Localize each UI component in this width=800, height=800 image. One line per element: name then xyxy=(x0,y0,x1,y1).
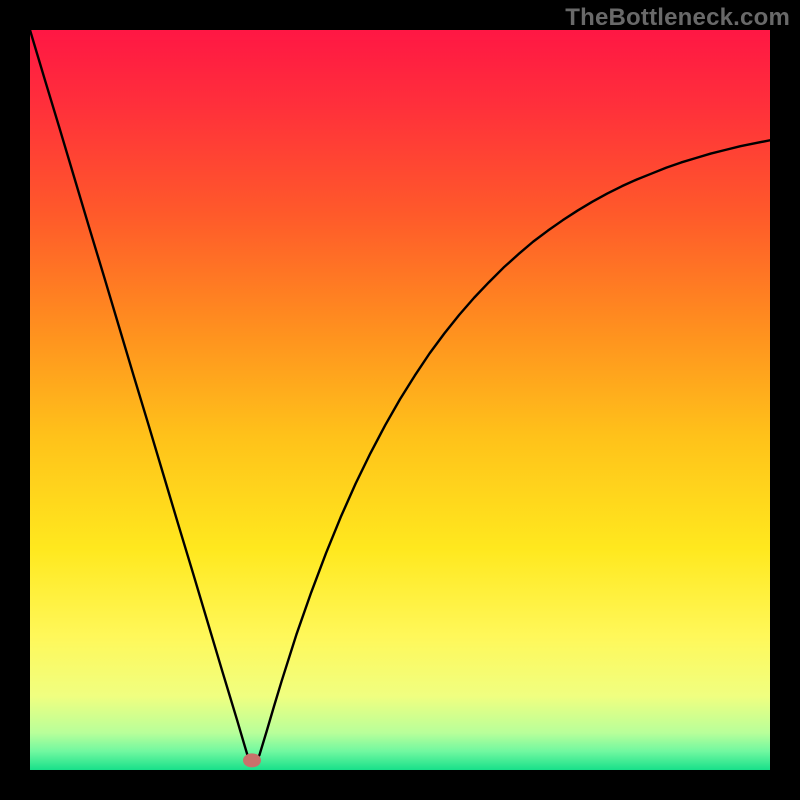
chart-frame: TheBottleneck.com xyxy=(0,0,800,800)
watermark-label: TheBottleneck.com xyxy=(565,4,790,32)
bottleneck-chart xyxy=(30,30,770,770)
optimal-point-marker xyxy=(243,753,261,767)
